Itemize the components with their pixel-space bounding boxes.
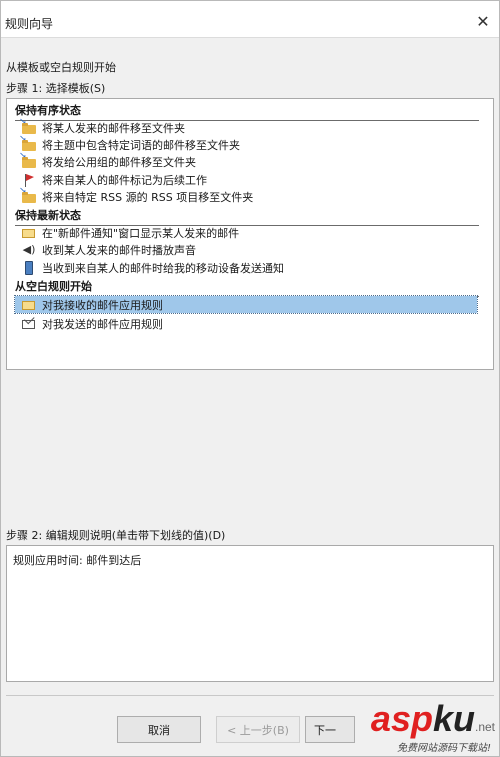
mobile-device-icon bbox=[21, 260, 37, 275]
next-button[interactable]: 下一 bbox=[305, 716, 355, 743]
template-item-incoming-rule[interactable]: 对我接收的邮件应用规则 bbox=[14, 295, 478, 314]
template-item-label: 将发给公用组的邮件移至文件夹 bbox=[42, 155, 196, 169]
outgoing-mail-icon bbox=[21, 317, 37, 331]
template-item-label: 将来自某人的邮件标记为后续工作 bbox=[42, 173, 207, 187]
template-item-move-to-group[interactable]: ↘ 将发给公用组的邮件移至文件夹 bbox=[15, 151, 477, 170]
title-bar: 规则向导 ✕ bbox=[1, 1, 499, 38]
speaker-icon: ◀) bbox=[22, 242, 36, 256]
incoming-mail-icon bbox=[21, 298, 37, 312]
group-header-blank: 从空白规则开始 bbox=[15, 278, 479, 297]
template-item-move-from-person[interactable]: ↘ 将某人发来的邮件移至文件夹 bbox=[15, 117, 477, 136]
start-label: 从模板或空白规则开始 bbox=[6, 61, 116, 74]
step1-label: 步骤 1: 选择模板(S) bbox=[6, 82, 106, 95]
new-mail-alert-icon bbox=[21, 226, 37, 240]
cancel-button[interactable]: 取消 bbox=[117, 716, 201, 743]
template-item-label: 将某人发来的邮件移至文件夹 bbox=[42, 121, 185, 135]
template-item-label: 对我接收的邮件应用规则 bbox=[42, 298, 163, 312]
template-item-flag-followup[interactable]: 将来自某人的邮件标记为后续工作 bbox=[15, 171, 477, 188]
folder-move-icon: ↘ bbox=[19, 151, 37, 169]
template-item-label: 在"新邮件通知"窗口显示某人发来的邮件 bbox=[42, 226, 240, 240]
template-listbox[interactable]: 保持有序状态 ↘ 将某人发来的邮件移至文件夹 ↘ 将主题中包含特定词语的邮件移至… bbox=[6, 98, 494, 370]
template-item-mobile-notify[interactable]: 当收到来自某人的邮件时给我的移动设备发送通知 bbox=[15, 259, 477, 276]
folder-move-icon: ↘ bbox=[19, 117, 37, 135]
template-item-label: 将主题中包含特定词语的邮件移至文件夹 bbox=[42, 138, 240, 152]
folder-move-icon: ↘ bbox=[19, 186, 37, 204]
template-item-new-mail-alert[interactable]: 在"新邮件通知"窗口显示某人发来的邮件 bbox=[15, 224, 477, 241]
rules-wizard-window: 规则向导 ✕ 从模板或空白规则开始 步骤 1: 选择模板(S) 保持有序状态 ↘… bbox=[0, 0, 500, 757]
flag-icon bbox=[21, 173, 37, 187]
template-item-outgoing-rule[interactable]: 对我发送的邮件应用规则 bbox=[15, 315, 477, 332]
step2-label: 步骤 2: 编辑规则说明(单击带下划线的值)(D) bbox=[6, 529, 226, 542]
template-item-label: 收到某人发来的邮件时播放声音 bbox=[42, 243, 196, 257]
rule-description-text: 规则应用时间: 邮件到达后 bbox=[13, 554, 142, 567]
template-item-label: 当收到来自某人的邮件时给我的移动设备发送通知 bbox=[42, 261, 284, 275]
folder-move-icon: ↘ bbox=[19, 134, 37, 152]
template-item-label: 对我发送的邮件应用规则 bbox=[42, 317, 163, 331]
watermark-subtitle: 免费网站源码下载站! bbox=[396, 743, 491, 754]
template-item-label: 将来自特定 RSS 源的 RSS 项目移至文件夹 bbox=[42, 190, 254, 204]
footer-separator bbox=[6, 695, 494, 696]
template-item-move-rss[interactable]: ↘ 将来自特定 RSS 源的 RSS 项目移至文件夹 bbox=[15, 186, 477, 205]
back-button[interactable]: < 上一步(B) bbox=[216, 716, 300, 743]
rule-description-box[interactable]: 规则应用时间: 邮件到达后 bbox=[6, 545, 494, 682]
template-item-move-by-subject[interactable]: ↘ 将主题中包含特定词语的邮件移至文件夹 bbox=[15, 134, 477, 153]
close-icon[interactable]: ✕ bbox=[469, 9, 497, 33]
window-title: 规则向导 bbox=[5, 17, 54, 31]
template-item-play-sound[interactable]: ◀) 收到某人发来的邮件时播放声音 bbox=[15, 241, 477, 258]
